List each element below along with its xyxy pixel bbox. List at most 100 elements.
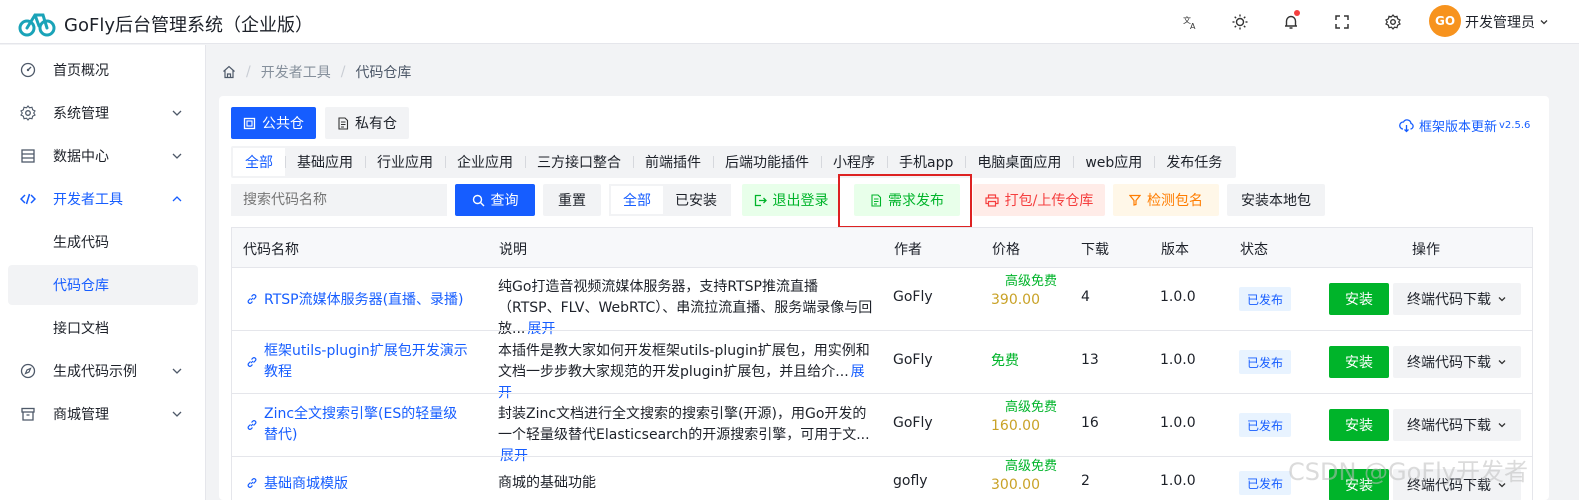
install-button[interactable]: 安装 [1329, 346, 1389, 378]
column-header-author: 作者 [894, 242, 922, 258]
column-header-desc: 说明 [499, 242, 527, 258]
dashboard-icon [20, 62, 36, 78]
category-tab[interactable]: 后端功能插件 [713, 148, 821, 176]
sidebar-item-generate-code[interactable]: 生成代码 [8, 222, 198, 262]
price-amount: 390.00 [991, 292, 1040, 308]
code-name-link[interactable]: RTSP流媒体服务器(直播、录播) [246, 289, 471, 309]
breadcrumb-item[interactable]: 开发者工具 [261, 62, 331, 82]
reset-button[interactable]: 重置 [543, 184, 601, 216]
sidebar-item-data-center[interactable]: 数据中心 [8, 136, 198, 176]
chevron-down-icon [172, 368, 182, 374]
sidebar-item-dashboard[interactable]: 首页概况 [8, 50, 198, 90]
status-badge: 已发布 [1239, 350, 1292, 374]
code-name-label: 框架utils-plugin扩展包开发演示教程 [264, 343, 468, 380]
status-badge: 已发布 [1239, 471, 1292, 495]
button-label: 查询 [490, 193, 519, 209]
category-tab[interactable]: 手机app [887, 148, 965, 176]
pack-upload-button[interactable]: 打包/上传仓库 [973, 184, 1105, 216]
sidebar-item-label: 系统管理 [53, 106, 109, 122]
highlight-box [838, 174, 972, 228]
breadcrumb-separator: / [246, 64, 251, 80]
username-label: 开发管理员 [1465, 15, 1535, 31]
category-tab[interactable]: 电脑桌面应用 [965, 148, 1073, 176]
tab-label: 公共仓 [262, 116, 304, 132]
table-row: Zinc全文搜索引擎(ES的轻量级替代) 封装Zinc文档进行全文搜索的搜索引擎… [231, 393, 1533, 464]
price-amount: 300.00 [991, 477, 1040, 493]
column-header-version: 版本 [1161, 242, 1189, 258]
category-tab[interactable]: 基础应用 [285, 148, 365, 176]
sidebar-item-label: 商城管理 [53, 407, 109, 423]
category-tab[interactable]: web应用 [1073, 148, 1154, 176]
framework-update-link[interactable]: 框架版本更新 v2.5.6 [1399, 116, 1530, 135]
theme-icon[interactable] [1225, 7, 1255, 37]
category-tab[interactable]: 发布任务 [1154, 148, 1234, 176]
downloads-cell: 13 [1081, 352, 1099, 368]
filter-all[interactable]: 全部 [611, 186, 663, 214]
code-name-link[interactable]: 基础商城模版 [246, 473, 471, 493]
version-label: v2.5.6 [1499, 120, 1531, 131]
terminal-download-dropdown[interactable]: 终端代码下载 [1393, 409, 1521, 441]
sidebar-item-developer-tools[interactable]: 开发者工具 [8, 179, 198, 219]
breadcrumb-current: 代码仓库 [355, 65, 412, 81]
author-cell: GoFly [893, 289, 933, 305]
link-icon [247, 478, 257, 488]
gear-icon [20, 105, 36, 121]
version-cell: 1.0.0 [1160, 473, 1196, 489]
terminal-download-dropdown[interactable]: 终端代码下载 [1393, 283, 1521, 315]
downloads-cell: 16 [1081, 415, 1099, 431]
sidebar-item-label: 接口文档 [53, 321, 109, 337]
link-icon [247, 294, 257, 304]
column-header-name: 代码名称 [243, 242, 299, 258]
sidebar-item-mall[interactable]: 商城管理 [8, 394, 198, 434]
svg-text:A: A [1190, 22, 1196, 30]
tab-label: 私有仓 [355, 116, 397, 132]
column-header-status: 状态 [1240, 242, 1268, 258]
sidebar-item-code-repository[interactable]: 代码仓库 [8, 265, 198, 305]
repo-icon [243, 117, 256, 129]
logout-button[interactable]: 退出登录 [742, 184, 840, 216]
top-header: GoFly后台管理系统（企业版） 文A GO 开发管理员 [0, 0, 1579, 44]
category-tab[interactable]: 小程序 [821, 148, 887, 176]
price-cell: 免费 [991, 352, 1019, 370]
dropdown-label: 终端代码下载 [1407, 292, 1491, 308]
author-cell: gofly [893, 473, 928, 489]
search-icon [472, 194, 484, 206]
sidebar-item-api-docs[interactable]: 接口文档 [8, 308, 198, 348]
downloads-cell: 4 [1081, 289, 1090, 305]
list-icon [20, 148, 36, 164]
translate-icon[interactable]: 文A [1175, 7, 1205, 37]
sidebar-item-code-examples[interactable]: 生成代码示例 [8, 351, 198, 391]
terminal-download-dropdown[interactable]: 终端代码下载 [1393, 346, 1521, 378]
category-tab[interactable]: 全部 [233, 148, 285, 176]
chevron-down-icon [172, 411, 182, 417]
install-button[interactable]: 安装 [1329, 283, 1389, 315]
code-name-link[interactable]: 框架utils-plugin扩展包开发演示教程 [246, 341, 471, 383]
avatar[interactable]: GO [1429, 5, 1461, 37]
filter-installed[interactable]: 已安装 [663, 186, 729, 214]
home-icon[interactable] [222, 65, 236, 79]
search-input[interactable] [231, 184, 447, 216]
chevron-down-icon [1540, 20, 1548, 25]
tab-public-repo[interactable]: 公共仓 [231, 107, 316, 139]
category-tab[interactable]: 行业应用 [365, 148, 445, 176]
category-tab[interactable]: 前端插件 [633, 148, 713, 176]
button-label: 打包/上传仓库 [1004, 193, 1094, 209]
category-tab[interactable]: 三方接口整合 [525, 148, 633, 176]
compass-icon [20, 363, 36, 379]
code-name-link[interactable]: Zinc全文搜索引擎(ES的轻量级替代) [246, 404, 471, 446]
username-menu[interactable]: 开发管理员 [1465, 12, 1549, 32]
bell-icon[interactable] [1276, 7, 1306, 37]
price-amount: 160.00 [991, 418, 1040, 434]
tab-private-repo[interactable]: 私有仓 [325, 107, 409, 139]
notification-dot [1294, 10, 1300, 16]
price-cell: 高级免费 160.00 [991, 399, 1057, 435]
status-badge: 已发布 [1239, 287, 1292, 311]
query-button[interactable]: 查询 [455, 184, 535, 216]
install-button[interactable]: 安装 [1329, 409, 1389, 441]
category-tab[interactable]: 企业应用 [445, 148, 525, 176]
install-local-button[interactable]: 安装本地包 [1227, 184, 1325, 216]
sidebar-item-system[interactable]: 系统管理 [8, 93, 198, 133]
settings-icon[interactable] [1378, 7, 1408, 37]
check-package-name-button[interactable]: 检测包名 [1113, 184, 1219, 216]
fullscreen-icon[interactable] [1327, 7, 1357, 37]
